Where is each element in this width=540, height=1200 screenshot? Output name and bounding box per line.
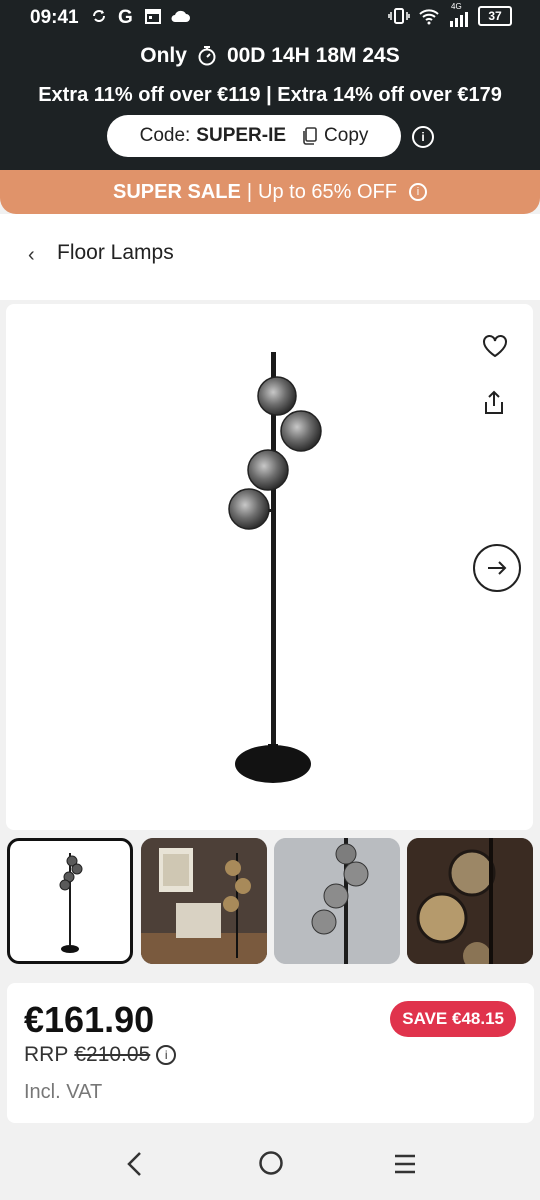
product-price: €161.90 — [24, 999, 155, 1040]
status-left-icons: G — [90, 6, 190, 26]
google-icon: G — [118, 7, 133, 26]
status-time: 09:41 — [30, 7, 79, 28]
thumbnail-glow-image — [407, 838, 533, 964]
thumbnail-2[interactable] — [141, 838, 267, 964]
rrp-row: RRP €210.05 i — [24, 1043, 177, 1067]
stopwatch-icon — [198, 46, 216, 66]
signal-group: 4G — [448, 2, 470, 27]
category-link[interactable]: Floor Lamps — [57, 241, 174, 265]
heart-icon[interactable] — [482, 334, 508, 358]
sale-title: SUPER SALE — [113, 180, 241, 203]
thumbnail-room-image — [141, 838, 267, 964]
copy-button[interactable]: Copy — [324, 125, 368, 147]
battery-indicator: 37 — [478, 6, 512, 26]
rrp-label: RRP — [24, 1043, 69, 1066]
code-label: Code: — [139, 125, 191, 146]
price-card: €161.90 SAVE €48.15 RRP €210.05 i Incl. … — [7, 983, 534, 1123]
info-icon[interactable]: i — [156, 1045, 177, 1065]
thumbnail-strip — [0, 836, 540, 968]
cloud-icon — [171, 10, 190, 22]
info-icon[interactable]: i — [412, 126, 434, 148]
save-badge: SAVE €48.15 — [390, 1001, 516, 1037]
promo-code-pill[interactable]: Code: SUPER-IE Copy — [107, 115, 401, 157]
promo-banner: Only 00D 14H 18M 24S Extra 11% off over … — [0, 36, 540, 170]
breadcrumb: ‹ Floor Lamps — [0, 214, 540, 300]
thumbnail-4[interactable] — [407, 838, 533, 964]
back-chevron-icon[interactable]: ‹ — [28, 244, 35, 267]
nav-home-icon[interactable] — [258, 1150, 284, 1176]
thumbnail-1[interactable] — [7, 838, 133, 964]
super-sale-bar[interactable]: SUPER SALE | Up to 65% OFF i — [0, 170, 540, 214]
countdown-prefix: Only — [140, 44, 187, 67]
copy-icon[interactable] — [302, 127, 318, 145]
next-image-button[interactable] — [473, 544, 521, 592]
svg-text:G: G — [118, 7, 133, 26]
countdown: Only 00D 14H 18M 24S — [0, 44, 540, 68]
code-value: SUPER-IE — [196, 125, 287, 146]
vat-note: Incl. VAT — [24, 1081, 103, 1103]
thumbnail-3[interactable] — [274, 838, 400, 964]
thumbnail-closeup-image — [274, 838, 400, 964]
countdown-value: 00D 14H 18M 24S — [226, 44, 400, 67]
info-icon[interactable]: i — [408, 183, 427, 201]
share-icon[interactable] — [483, 390, 505, 416]
product-image-gallery[interactable] — [6, 304, 533, 830]
thumbnail-lamp-image — [59, 853, 83, 953]
sale-separator: | — [246, 180, 253, 203]
system-nav-bar — [0, 1128, 540, 1200]
calendar-icon — [145, 9, 161, 24]
nav-back-icon[interactable] — [124, 1150, 146, 1178]
wifi-icon — [419, 9, 439, 25]
sale-text: Up to 65% OFF — [258, 180, 397, 203]
floor-lamp-image — [228, 352, 322, 783]
nav-recents-icon[interactable] — [393, 1153, 417, 1175]
status-right-icons: 4G 37 — [388, 2, 512, 27]
arrow-right-icon — [488, 561, 507, 575]
status-bar: 09:41 G 4G 37 — [0, 0, 540, 36]
signal-icon — [450, 12, 468, 27]
promo-offer: Extra 11% off over €119 | Extra 14% off … — [38, 84, 502, 106]
rrp-value: €210.05 — [74, 1043, 151, 1066]
vibrate-icon — [388, 8, 410, 24]
sync-icon — [93, 10, 105, 22]
